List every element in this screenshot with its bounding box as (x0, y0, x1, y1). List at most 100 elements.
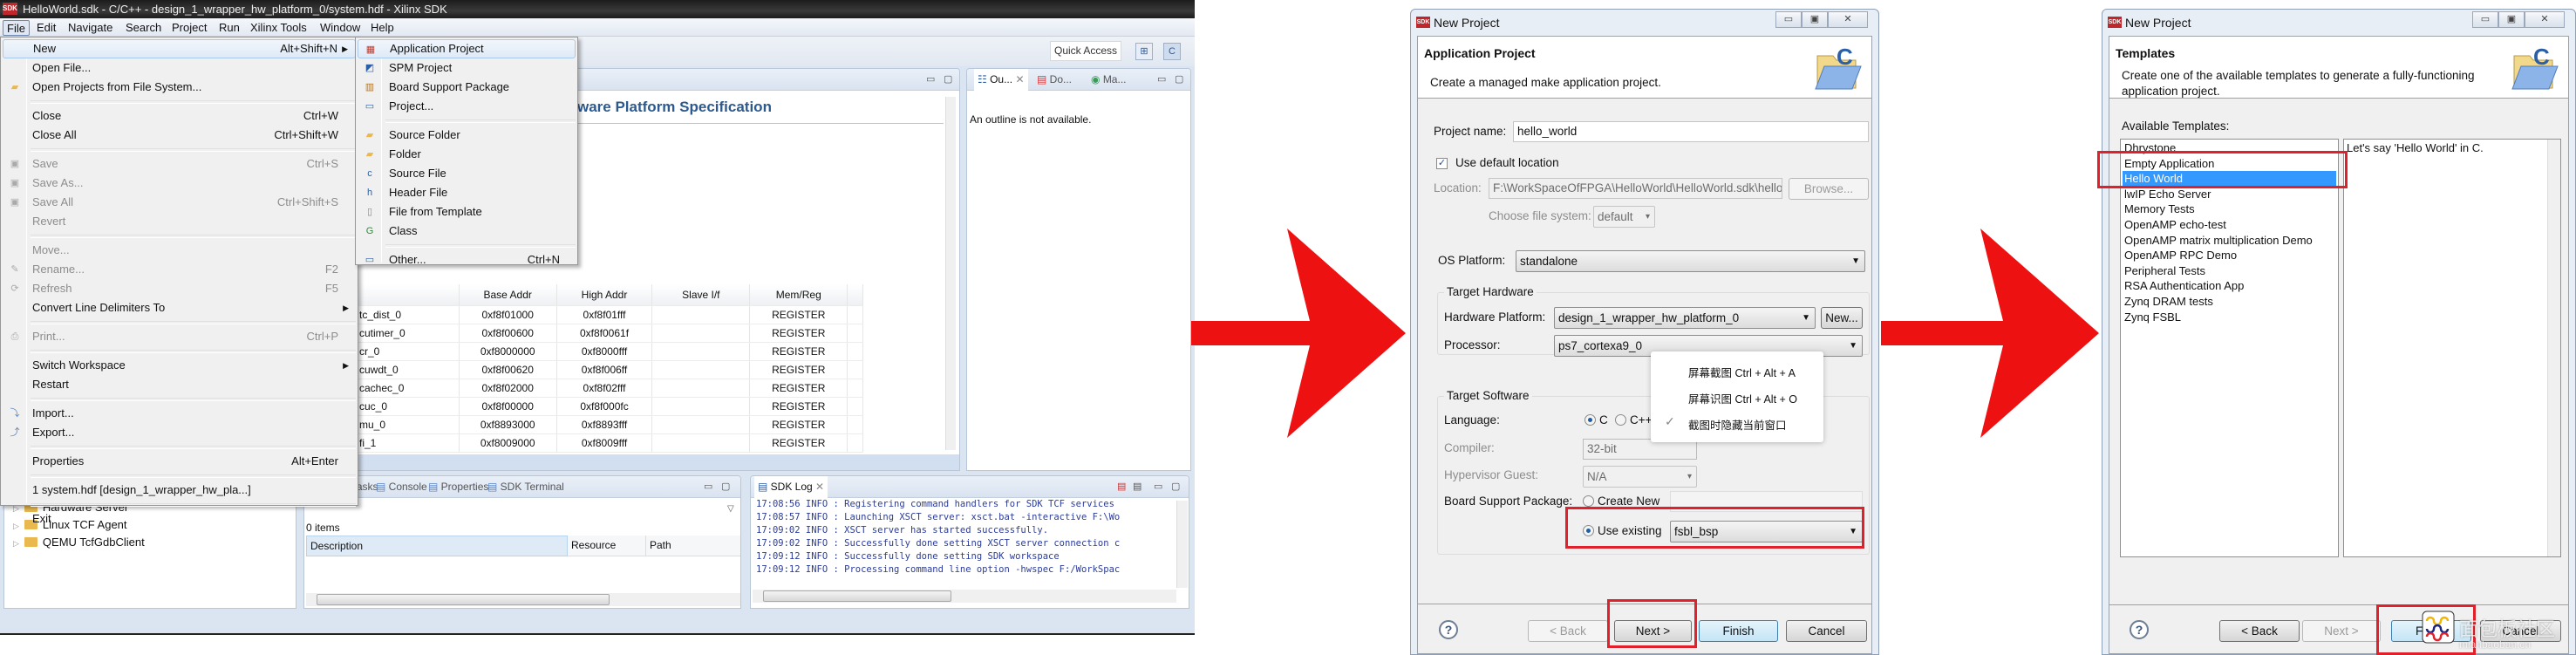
close-button[interactable]: ✕ (2525, 11, 2565, 28)
column-header[interactable]: Mem/Reg (749, 284, 848, 306)
template-item[interactable]: OpenAMP matrix multiplication Demo (2123, 233, 2336, 248)
menu-file[interactable]: File (3, 20, 30, 36)
template-item[interactable]: Zynq FSBL (2123, 310, 2336, 324)
close-icon[interactable]: ✕ (1015, 73, 1024, 85)
language-cpp-radio[interactable]: C++ (1615, 413, 1653, 426)
clear-log-icon[interactable]: ▤ (1117, 481, 1126, 492)
help-icon[interactable]: ? (2130, 620, 2149, 639)
language-c-radio[interactable]: C (1584, 413, 1608, 426)
help-icon[interactable]: ? (1439, 620, 1458, 639)
templates-list[interactable]: Dhrystone Empty Application Hello World lwI… (2120, 139, 2339, 557)
maximize-button[interactable]: ▣ (1802, 11, 1828, 28)
template-item[interactable]: Memory Tests (2123, 201, 2336, 216)
menu-window[interactable]: Window (317, 20, 364, 36)
description-scrollbar[interactable] (2547, 140, 2560, 556)
template-item[interactable]: OpenAMP RPC Demo (2123, 248, 2336, 263)
menu-item-restart[interactable]: Restart (3, 375, 356, 394)
template-item[interactable]: lwIP Echo Server (2123, 187, 2336, 201)
column-header[interactable]: Slave I/f (651, 284, 751, 306)
menu-item-rename[interactable]: ✎ Rename... F2 (3, 260, 356, 279)
tree-item[interactable]: ▷ QEMU TcfGdbClient (13, 536, 145, 549)
finish-button[interactable]: Finish (1699, 620, 1778, 642)
menu-item-revert[interactable]: Revert (3, 212, 356, 231)
log-settings-icon[interactable]: ▤ (1133, 481, 1141, 492)
menu-item-project[interactable]: ▭ Project... (358, 97, 576, 116)
menu-item-other[interactable]: ▭ Other... Ctrl+N (358, 250, 576, 270)
menu-item-exit[interactable]: Exit (3, 509, 356, 529)
menu-edit[interactable]: Edit (33, 20, 59, 36)
file-system-select[interactable]: default ▾ (1593, 206, 1655, 228)
close-button[interactable]: ✕ (1828, 11, 1868, 28)
column-resource[interactable]: Resource (568, 536, 646, 556)
menu-item-header-file[interactable]: h Header File (358, 183, 576, 202)
log-vertical-scrollbar[interactable] (1176, 501, 1188, 588)
menu-item-spm-project[interactable]: ◩ SPM Project (358, 58, 576, 78)
minimize-icon[interactable]: ▭ (704, 481, 712, 492)
menu-search[interactable]: Search (122, 20, 165, 36)
menu-item-close-all[interactable]: Close All Ctrl+Shift+W (3, 126, 356, 145)
hardware-platform-select[interactable]: design_1_wrapper_hw_platform_0 ▼ (1554, 307, 1816, 329)
column-header[interactable]: High Addr (556, 284, 653, 306)
back-button[interactable]: < Back (1528, 620, 1608, 642)
menu-help[interactable]: Help (367, 20, 398, 36)
create-new-bsp-radio[interactable]: Create New (1583, 495, 1659, 508)
maximize-icon[interactable]: ▢ (944, 73, 952, 85)
menu-item-save-all[interactable]: ▣ Save All Ctrl+Shift+S (3, 193, 356, 212)
table-row[interactable]: cachec_0 0xf8f02000 0xf8f02fff REGISTER (305, 379, 863, 398)
scroll-thumb[interactable] (763, 590, 951, 602)
template-item[interactable]: RSA Authentication App (2123, 278, 2336, 293)
table-row[interactable]: cutimer_0 0xf8f00600 0xf8f0061f REGISTER (305, 324, 863, 343)
menu-item-source-file[interactable]: c Source File (358, 164, 576, 183)
menu-item-switch-workspace[interactable]: Switch Workspace ▶ (3, 356, 356, 375)
browse-button[interactable]: Browse... (1789, 178, 1869, 200)
table-row[interactable]: cuwdt_0 0xf8f00620 0xf8f006ff REGISTER (305, 360, 863, 379)
template-item[interactable]: OpenAMP echo-test (2123, 217, 2336, 232)
menu-item-properties[interactable]: Properties Alt+Enter (3, 452, 356, 471)
popup-item-screenshot[interactable]: 屏幕截图 Ctrl + Alt + A (1688, 364, 1796, 380)
column-path[interactable]: Path (646, 536, 740, 556)
maximize-icon[interactable]: ▢ (1171, 481, 1180, 492)
new-hardware-platform-button[interactable]: New... (1821, 307, 1863, 329)
editor-vertical-scrollbar[interactable] (945, 97, 956, 450)
minimize-icon[interactable]: ▭ (1154, 481, 1162, 492)
popup-item-hide-window[interactable]: 截图时隐藏当前窗口 (1688, 416, 1787, 433)
minimize-button[interactable]: ▭ (2472, 11, 2498, 28)
menu-item-print[interactable]: ⎙ Print... Ctrl+P (3, 327, 356, 346)
minimize-icon[interactable]: ▭ (926, 73, 935, 85)
menu-item-save-as[interactable]: ▣ Save As... (3, 174, 356, 193)
menu-item-open-file[interactable]: Open File... (3, 58, 356, 78)
c-cpp-perspective-icon[interactable]: C (1163, 43, 1181, 60)
close-icon[interactable]: ✕ (815, 481, 824, 493)
template-item[interactable]: Zynq DRAM tests (2123, 294, 2336, 309)
tab-sdk-terminal[interactable]: ▤ SDK Terminal (487, 481, 564, 493)
use-default-location-checkbox[interactable]: ✓ (1436, 158, 1448, 169)
table-row[interactable]: mu_0 0xf8893000 0xf8893fff REGISTER (305, 415, 863, 434)
table-row[interactable]: cr_0 0xf8000000 0xf8000fff REGISTER (305, 342, 863, 361)
tab-sdk-log[interactable]: ▤ SDK Log ✕ (754, 476, 828, 498)
next-button[interactable]: Next > (2302, 620, 2381, 642)
open-perspective-icon[interactable]: ⊞ (1135, 43, 1153, 60)
minimize-icon[interactable]: ▭ (1157, 73, 1166, 85)
menu-item-new[interactable]: New Alt+Shift+N ▶ (3, 39, 356, 58)
tab-outline[interactable]: ☷ Ou... ✕ (974, 69, 1028, 91)
scroll-thumb[interactable] (317, 594, 610, 605)
menu-item-board-support-package[interactable]: ▥ Board Support Package (358, 78, 576, 97)
location-input[interactable]: F:\WorkSpaceOfFPGA\HelloWorld\HelloWorld… (1489, 178, 1782, 199)
log-horizontal-scrollbar[interactable] (753, 590, 1176, 603)
menu-item-close[interactable]: Close Ctrl+W (3, 106, 356, 126)
project-name-input[interactable]: hello_world (1513, 121, 1869, 142)
menu-navigate[interactable]: Navigate (65, 20, 116, 36)
maximize-icon[interactable]: ▢ (721, 481, 730, 492)
os-platform-select[interactable]: standalone ▼ (1516, 250, 1865, 272)
menu-item-class[interactable]: G Class (358, 222, 576, 241)
menu-item-import[interactable]: ⤵ Import... (3, 404, 356, 423)
menu-item-convert-line-delimiters-to[interactable]: Convert Line Delimiters To ▶ (3, 298, 356, 317)
menu-item-move[interactable]: Move... (3, 241, 356, 260)
hypervisor-select[interactable]: N/A ▾ (1583, 466, 1697, 488)
back-button[interactable]: < Back (2219, 620, 2300, 642)
tab-console[interactable]: ▤ Console (376, 481, 427, 493)
popup-item-screen-recognition[interactable]: 屏幕识图 Ctrl + Alt + O (1688, 390, 1797, 406)
menu-item-refresh[interactable]: ⟳ Refresh F5 (3, 279, 356, 298)
menu-item-source-folder[interactable]: ▰ Source Folder (358, 126, 576, 145)
menu-item-folder[interactable]: ▰ Folder (358, 145, 576, 164)
